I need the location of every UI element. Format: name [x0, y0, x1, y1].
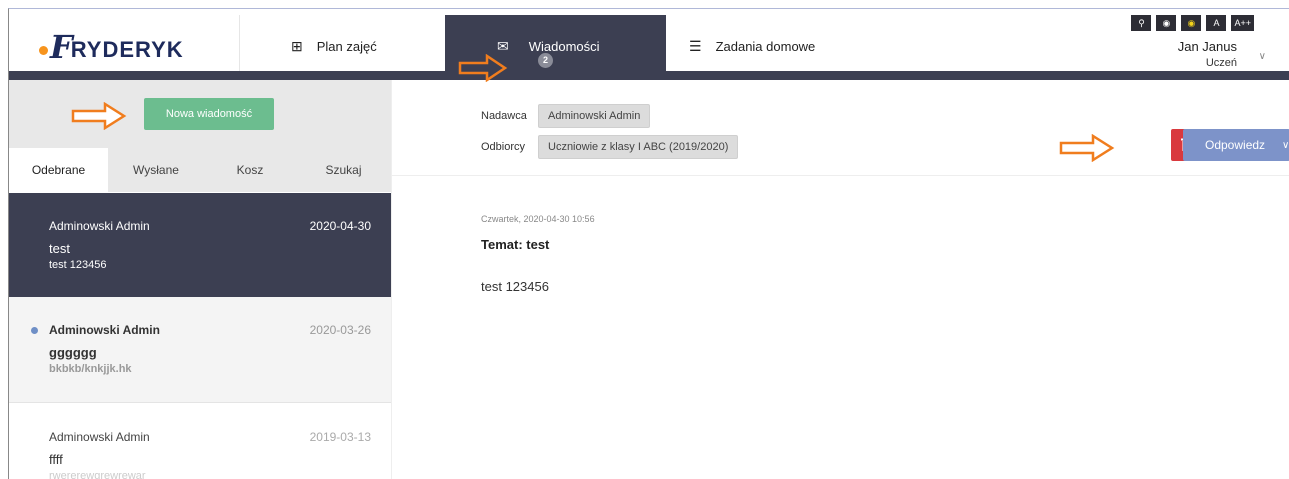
sender-row: Nadawca Adminowski Admin — [481, 104, 651, 128]
unread-dot-icon — [31, 327, 38, 334]
app-frame: F RYDERYK ⊞ Plan zajęć ✉ Wiadomości ☰ Za… — [8, 8, 1289, 479]
recipients-row: Odbiorcy Uczniowie z klasy I ABC (2019/2… — [481, 135, 739, 159]
logo-initial: F — [50, 28, 73, 66]
new-message-button[interactable]: Nowa wiadomość — [144, 98, 274, 130]
annotation-arrow-icon — [71, 102, 127, 130]
reply-label: Odpowiedz — [1205, 138, 1266, 152]
messages-count-badge: 2 — [538, 53, 553, 68]
user-role: Uczeń — [1205, 57, 1237, 69]
user-name: Jan Janus — [1177, 39, 1237, 54]
tab-odebrane[interactable]: Odebrane — [9, 148, 108, 192]
nav-plan-zajec[interactable]: ⊞ Plan zajęć — [291, 15, 377, 77]
message-item-selected[interactable]: Adminowski Admin 2020-04-30 test test 12… — [9, 193, 391, 297]
message-date: 2020-03-26 — [309, 323, 371, 337]
stack-icon: ☰ — [689, 37, 702, 54]
message-list-header: Nowa wiadomość — [9, 80, 391, 148]
nav-messages-label: Wiadomości — [528, 38, 600, 54]
message-topic: Temat: test — [481, 237, 550, 252]
message-sender: Adminowski Admin — [49, 323, 160, 337]
message-item[interactable]: Adminowski Admin 2019-03-13 ffff rwerere… — [9, 404, 391, 479]
message-date: 2019-03-13 — [309, 430, 371, 444]
logo-text: RYDERYK — [70, 37, 184, 62]
tab-szukaj[interactable]: Szukaj — [296, 148, 391, 192]
envelope-icon: ✉ — [497, 37, 509, 54]
tab-wyslane[interactable]: Wysłane — [108, 148, 204, 192]
message-body: test 123456 — [481, 279, 549, 294]
user-menu[interactable]: Jan Janus Uczeń — [1178, 39, 1237, 71]
message-date: 2020-04-30 — [309, 219, 371, 233]
panel-divider — [391, 80, 392, 479]
message-preview: bkbkb/knkjjk.hk — [49, 363, 132, 375]
tab-kosz[interactable]: Kosz — [204, 148, 296, 192]
top-navigation: F RYDERYK ⊞ Plan zajęć ✉ Wiadomości ☰ Za… — [9, 15, 1289, 77]
nav-plan-label: Plan zajęć — [316, 38, 377, 54]
message-subject: ffff — [49, 452, 63, 467]
yellow-contrast-icon[interactable]: ◉ — [1181, 15, 1202, 31]
message-sender: Adminowski Admin — [49, 219, 150, 233]
pin-icon[interactable]: ⚲ — [1131, 15, 1152, 31]
message-item-unread[interactable]: Adminowski Admin 2020-03-26 gggggg bkbkb… — [9, 297, 391, 403]
message-datetime: Czwartek, 2020-04-30 10:56 — [481, 214, 595, 224]
nav-homework-label: Zadania domowe — [715, 38, 816, 54]
annotation-arrow-icon — [458, 54, 508, 82]
folder-tabs: Odebrane Wysłane Kosz Szukaj — [9, 148, 391, 192]
contrast-eye-icon[interactable]: ◉ — [1156, 15, 1177, 31]
chevron-down-icon[interactable]: ∨ — [1259, 51, 1266, 62]
message-subject: gggggg — [49, 345, 97, 360]
header-divider — [392, 175, 1289, 176]
fryderyk-logo[interactable]: F RYDERYK — [39, 29, 184, 65]
logo-dot — [39, 45, 48, 55]
message-preview: test 123456 — [49, 259, 107, 271]
chevron-down-icon[interactable]: ∨ — [1282, 140, 1289, 151]
recipients-label: Odbiorcy — [481, 141, 526, 153]
nav-zadania-domowe[interactable]: ☰ Zadania domowe — [689, 15, 815, 77]
font-size-large-button[interactable]: A++ — [1231, 15, 1254, 31]
nav-underline-strip — [9, 71, 1289, 80]
grid-icon: ⊞ — [291, 37, 303, 54]
message-subject: test — [49, 241, 70, 256]
annotation-arrow-icon — [1059, 134, 1115, 162]
font-size-normal-button[interactable]: A — [1206, 15, 1227, 31]
sender-label: Nadawca — [481, 110, 527, 122]
logo-divider — [239, 15, 240, 77]
recipients-chip: Uczniowie z klasy I ABC (2019/2020) — [538, 135, 739, 159]
message-sender: Adminowski Admin — [49, 430, 150, 444]
accessibility-toolbar: ⚲ ◉ ◉ A A++ — [1131, 15, 1254, 33]
message-list-panel: Nowa wiadomość Odebrane Wysłane Kosz Szu… — [9, 80, 391, 479]
sender-chip: Adminowski Admin — [538, 104, 651, 128]
reply-button[interactable]: Odpowiedz ∨ — [1183, 129, 1289, 161]
